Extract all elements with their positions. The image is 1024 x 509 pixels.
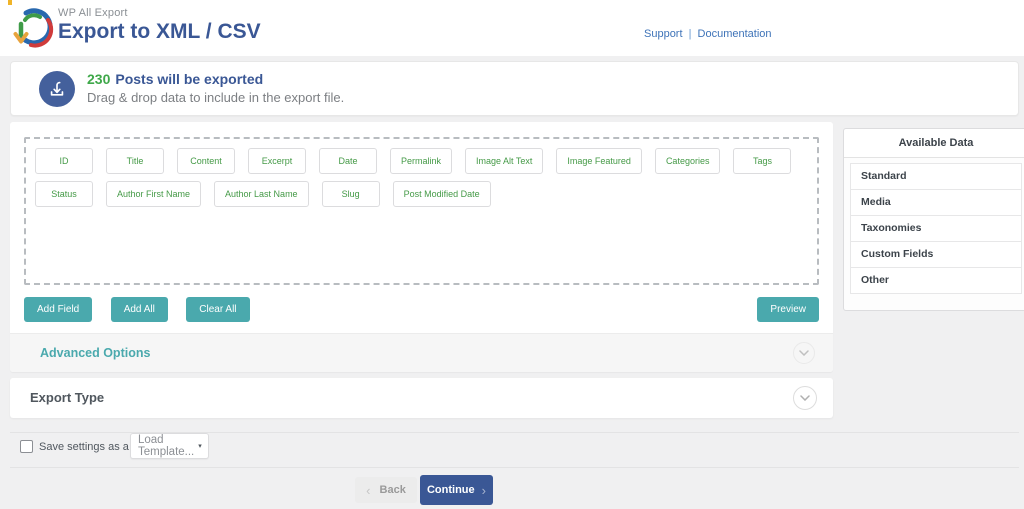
available-data-section-other[interactable]: Other: [850, 267, 1022, 294]
headline-text: Posts will be exported: [115, 71, 264, 87]
preview-button[interactable]: Preview: [757, 297, 819, 322]
field-chip-content[interactable]: Content: [177, 148, 235, 174]
load-template-value: Load Template...: [138, 434, 195, 458]
continue-button[interactable]: Continue ›: [420, 475, 493, 505]
chevron-down-icon[interactable]: [793, 386, 817, 410]
field-chip-permalink[interactable]: Permalink: [390, 148, 453, 174]
available-data-panel: Available Data Standard Media Taxonomies…: [843, 128, 1024, 311]
back-button[interactable]: ‹ Back: [355, 477, 417, 503]
support-link[interactable]: Support: [644, 28, 683, 40]
add-field-button[interactable]: Add Field: [24, 297, 93, 322]
field-actions-row: Add Field Add All Clear All Preview: [24, 297, 819, 323]
field-chip-title[interactable]: Title: [106, 148, 164, 174]
field-chip-image-featured[interactable]: Image Featured: [556, 148, 642, 174]
field-chip-status[interactable]: Status: [35, 181, 93, 207]
admin-notice-fragment: [8, 0, 12, 5]
available-data-section-media[interactable]: Media: [850, 189, 1022, 216]
field-chip-tags[interactable]: Tags: [733, 148, 792, 174]
available-data-list: Standard Media Taxonomies Custom Fields …: [844, 158, 1024, 294]
field-chip-excerpt[interactable]: Excerpt: [248, 148, 306, 174]
chevron-down-icon[interactable]: [793, 342, 815, 364]
field-dropzone[interactable]: ID Title Content Excerpt Date Permalink …: [24, 137, 819, 285]
field-chip-slug[interactable]: Slug: [321, 181, 380, 207]
export-summary-banner: 230 Posts will be exported Drag & drop da…: [10, 61, 1019, 116]
caret-down-icon: ▾: [198, 443, 202, 450]
link-separator: |: [688, 28, 692, 40]
field-chip-post-modified-date[interactable]: Post Modified Date: [392, 181, 491, 207]
field-chip-image-alt-text[interactable]: Image Alt Text: [465, 148, 544, 174]
header-links: Support | Documentation: [644, 28, 772, 40]
continue-label: Continue: [426, 484, 475, 496]
chevron-right-icon: ›: [481, 482, 486, 498]
chevron-left-icon: ‹: [366, 482, 371, 498]
export-fields-panel: ID Title Content Excerpt Date Permalink …: [10, 122, 833, 372]
available-data-section-standard[interactable]: Standard: [850, 163, 1022, 190]
field-chip-date[interactable]: Date: [319, 148, 377, 174]
field-chip-author-first-name[interactable]: Author First Name: [106, 181, 202, 207]
app-label: WP All Export: [58, 7, 128, 19]
download-icon: [39, 71, 75, 107]
header-bar: WP All Export Export to XML / CSV Suppor…: [0, 0, 1024, 56]
documentation-link[interactable]: Documentation: [698, 28, 772, 40]
wp-all-export-page: WP All Export Export to XML / CSV Suppor…: [0, 0, 1024, 509]
banner-subtitle: Drag & drop data to include in the expor…: [87, 90, 345, 105]
load-template-select[interactable]: Load Template... ▾: [130, 433, 209, 459]
export-type-label: Export Type: [30, 390, 105, 405]
available-data-section-taxonomies[interactable]: Taxonomies: [850, 215, 1022, 242]
advanced-options-label: Advanced Options: [40, 346, 151, 360]
field-chip-id[interactable]: ID: [35, 148, 93, 174]
field-chip-author-last-name[interactable]: Author Last Name: [214, 181, 309, 207]
divider: [10, 467, 1019, 468]
page-title: Export to XML / CSV: [58, 20, 261, 43]
available-data-title: Available Data: [844, 129, 1024, 158]
add-all-button[interactable]: Add All: [110, 297, 168, 322]
advanced-options-toggle[interactable]: Advanced Options: [10, 333, 833, 372]
available-data-section-custom-fields[interactable]: Custom Fields: [850, 241, 1022, 268]
back-label: Back: [379, 484, 406, 496]
post-count: 230: [87, 71, 111, 87]
field-chip-categories[interactable]: Categories: [654, 148, 721, 174]
export-count-headline: 230 Posts will be exported: [87, 71, 344, 87]
save-template-checkbox[interactable]: [20, 440, 33, 453]
wp-all-export-logo-icon: [12, 7, 56, 51]
clear-all-button[interactable]: Clear All: [186, 297, 250, 322]
export-type-toggle[interactable]: Export Type: [10, 378, 833, 418]
